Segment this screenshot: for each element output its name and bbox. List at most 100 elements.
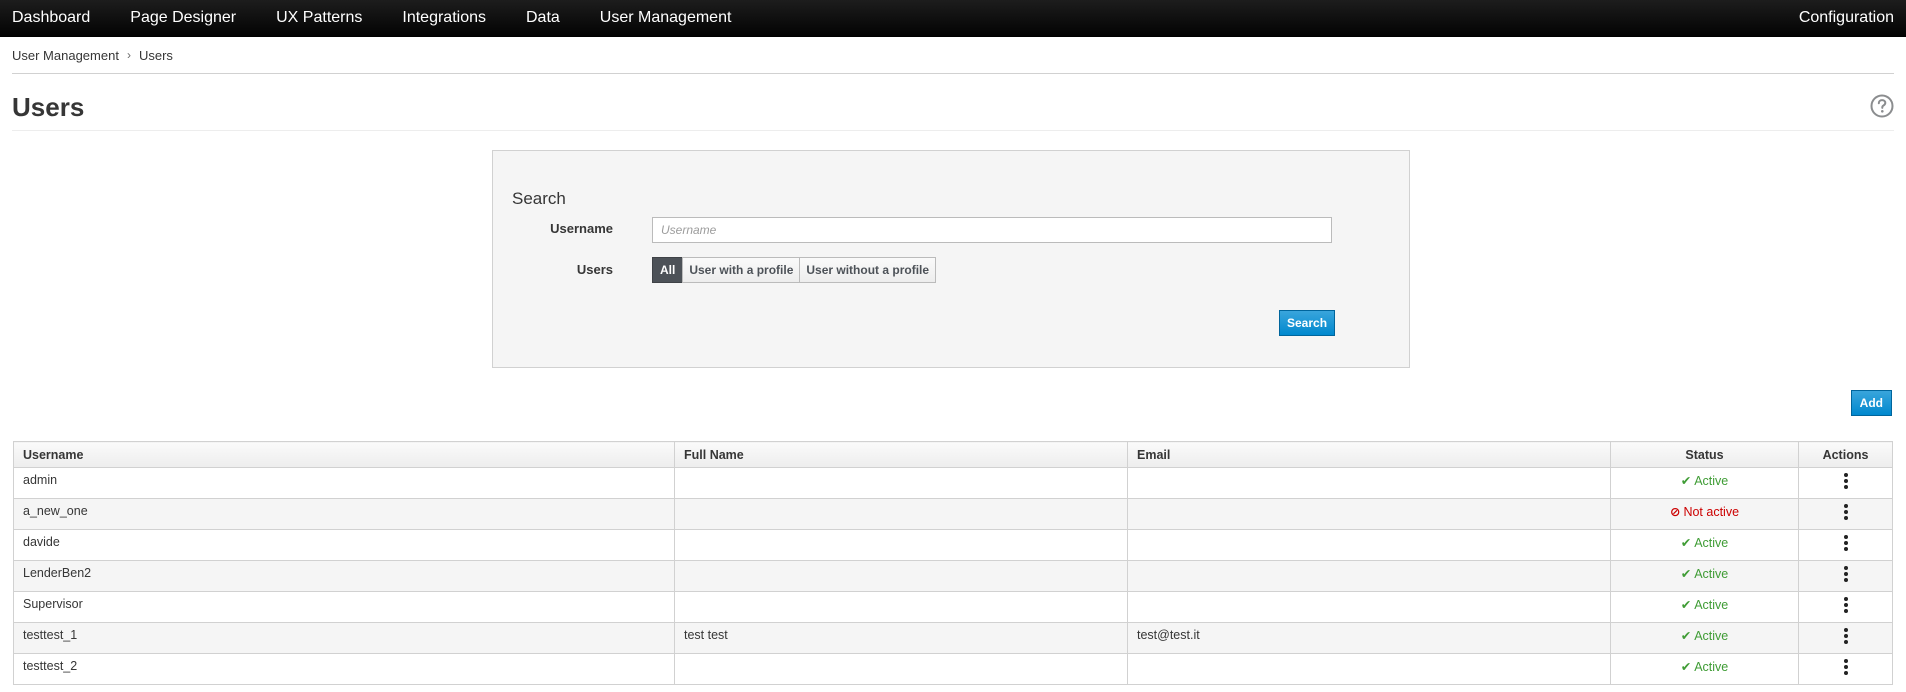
filter-all-button[interactable]: All (652, 257, 684, 283)
filter-without-profile-button[interactable]: User without a profile (799, 257, 937, 283)
full-name-cell (674, 653, 1128, 685)
status-label: Active (1694, 474, 1729, 488)
email-cell (1127, 591, 1611, 623)
username-cell: davide (13, 529, 675, 561)
column-header-full-name[interactable]: Full Name (674, 441, 1128, 468)
full-name-cell (674, 498, 1128, 530)
top-navigation: Dashboard Page Designer UX Patterns Inte… (0, 0, 1906, 37)
filter-with-profile-button[interactable]: User with a profile (682, 257, 801, 283)
kebab-dot (1843, 671, 1848, 675)
table-row: davide ✔ Active (13, 529, 1893, 561)
kebab-dot (1843, 628, 1848, 632)
table-row: Supervisor ✔ Active (13, 591, 1893, 623)
kebab-dot (1843, 504, 1848, 508)
kebab-dot (1843, 535, 1848, 539)
breadcrumb-user-management[interactable]: User Management (12, 48, 119, 63)
column-header-actions: Actions (1798, 441, 1893, 468)
nav-item-page-designer[interactable]: Page Designer (130, 9, 236, 27)
kebab-menu-icon[interactable] (1843, 473, 1848, 491)
breadcrumb-separator: › (126, 48, 131, 62)
search-heading: Search (512, 189, 566, 208)
status-cell: ⊘ Not active (1610, 498, 1799, 530)
check-icon: ✔ (1680, 536, 1692, 550)
email-cell (1127, 529, 1611, 561)
search-panel: Search Username Users All User with a pr… (492, 150, 1410, 368)
status-cell: ✔ Active (1610, 653, 1799, 685)
table-header-row: Username Full Name Email Status Actions (13, 441, 1893, 468)
table-body: admin ✔ Active a_new_one ⊘ Not active davide ✔ A… (13, 467, 1893, 685)
actions-cell (1798, 529, 1893, 561)
kebab-dot (1843, 665, 1848, 669)
users-table: Username Full Name Email Status Actions … (13, 441, 1893, 685)
actions-cell (1798, 653, 1893, 685)
kebab-dot (1843, 479, 1848, 483)
check-icon: ✔ (1680, 629, 1692, 643)
full-name-cell (674, 467, 1128, 499)
check-icon: ✔ (1680, 567, 1692, 581)
email-cell (1127, 498, 1611, 530)
full-name-cell (674, 591, 1128, 623)
check-icon: ✔ (1680, 474, 1692, 488)
kebab-menu-icon[interactable] (1843, 566, 1848, 584)
kebab-dot (1843, 547, 1848, 551)
column-header-status: Status (1610, 441, 1799, 468)
status-label: Active (1694, 567, 1729, 581)
column-header-email[interactable]: Email (1127, 441, 1611, 468)
username-cell: a_new_one (13, 498, 675, 530)
kebab-dot (1843, 578, 1848, 582)
table-row: a_new_one ⊘ Not active (13, 498, 1893, 530)
nav-item-integrations[interactable]: Integrations (402, 9, 486, 27)
nav-item-ux-patterns[interactable]: UX Patterns (276, 9, 362, 27)
users-filter-group: All User with a profile User without a p… (652, 257, 937, 283)
actions-cell (1798, 560, 1893, 592)
kebab-menu-icon[interactable] (1843, 504, 1848, 522)
kebab-dot (1843, 485, 1848, 489)
kebab-menu-icon[interactable] (1843, 659, 1848, 677)
status-cell: ✔ Active (1610, 591, 1799, 623)
username-cell: Supervisor (13, 591, 675, 623)
kebab-dot (1843, 603, 1848, 607)
username-cell: LenderBen2 (13, 560, 675, 592)
search-button[interactable]: Search (1279, 310, 1336, 336)
nav-item-user-management[interactable]: User Management (600, 9, 732, 27)
status-label: Active (1694, 660, 1729, 674)
nav-item-dashboard[interactable]: Dashboard (12, 9, 90, 27)
status-cell: ✔ Active (1610, 467, 1799, 499)
email-cell (1127, 653, 1611, 685)
kebab-dot (1843, 541, 1848, 545)
kebab-menu-icon[interactable] (1843, 597, 1848, 615)
kebab-dot (1843, 659, 1848, 663)
status-cell: ✔ Active (1610, 622, 1799, 654)
status-cell: ✔ Active (1610, 529, 1799, 561)
kebab-dot (1843, 516, 1848, 520)
check-icon: ✔ (1680, 598, 1692, 612)
kebab-dot (1843, 572, 1848, 576)
ban-icon: ⊘ (1669, 505, 1681, 519)
username-cell: testtest_2 (13, 653, 675, 685)
kebab-menu-icon[interactable] (1843, 535, 1848, 553)
username-label: Username (550, 221, 613, 236)
column-header-username[interactable]: Username (13, 441, 675, 468)
page-header: Users (12, 74, 1894, 131)
kebab-menu-icon[interactable] (1843, 628, 1848, 646)
email-cell: test@test.it (1127, 622, 1611, 654)
table-row: admin ✔ Active (13, 467, 1893, 499)
kebab-dot (1843, 566, 1848, 570)
full-name-cell (674, 560, 1128, 592)
kebab-dot (1843, 510, 1848, 514)
username-input[interactable] (652, 217, 1332, 243)
page-title: Users (12, 92, 85, 122)
status-label: Active (1694, 598, 1729, 612)
status-label: Not active (1683, 505, 1740, 519)
nav-item-data[interactable]: Data (526, 9, 560, 27)
nav-item-configuration[interactable]: Configuration (1799, 9, 1894, 27)
kebab-dot (1843, 640, 1848, 644)
email-cell (1127, 467, 1611, 499)
question-circle-icon[interactable] (1870, 94, 1894, 118)
full-name-cell (674, 529, 1128, 561)
actions-cell (1798, 591, 1893, 623)
breadcrumb-current: Users (138, 47, 173, 63)
status-label: Active (1694, 536, 1729, 550)
add-user-button[interactable]: Add (1850, 390, 1892, 416)
kebab-dot (1843, 597, 1848, 601)
